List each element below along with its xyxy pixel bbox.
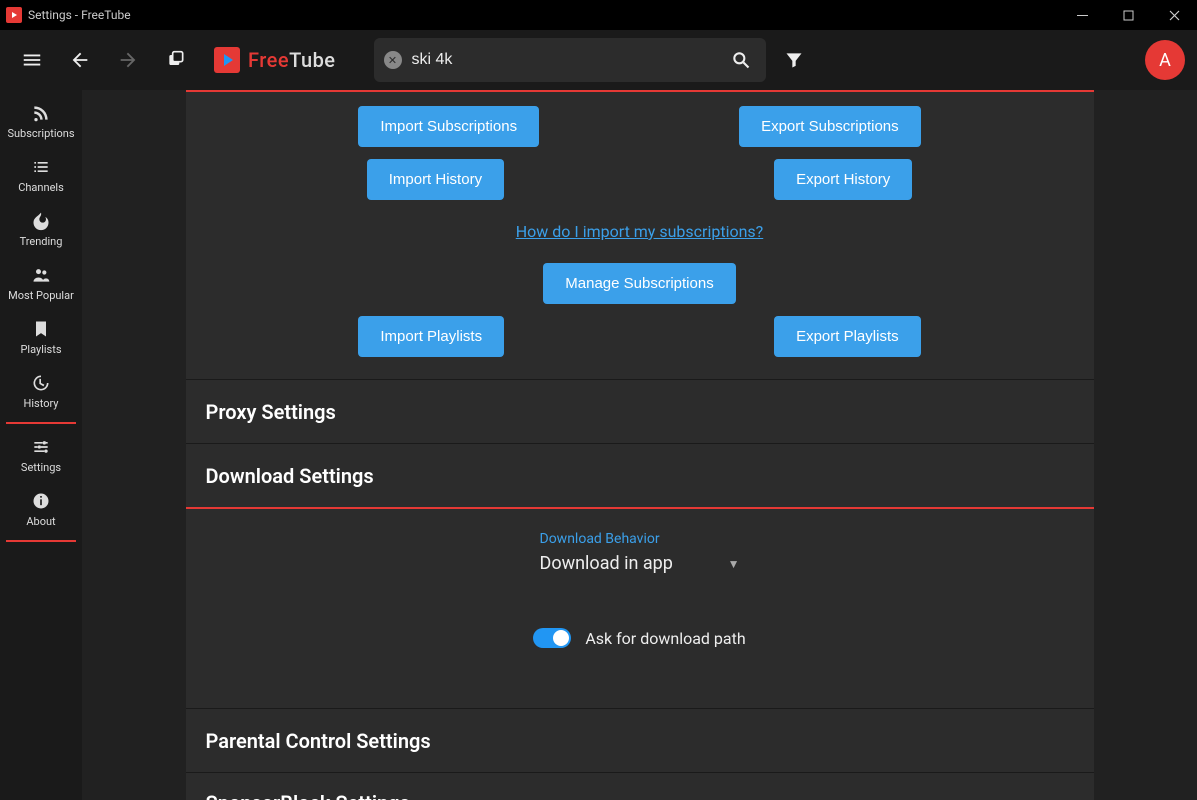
section-title: Proxy Settings (206, 400, 336, 424)
ask-download-path-label: Ask for download path (585, 629, 745, 648)
window-maximize-button[interactable] (1105, 0, 1151, 30)
window-title: Settings - FreeTube (28, 8, 131, 22)
sidebar-item-label: Most Popular (8, 289, 74, 302)
data-settings-panel: Import Subscriptions Export Subscription… (186, 92, 1094, 379)
sidebar-item-playlists[interactable]: Playlists (0, 310, 82, 364)
import-history-button[interactable]: Import History (367, 159, 504, 200)
import-playlists-button[interactable]: Import Playlists (358, 316, 504, 357)
window-minimize-button[interactable] (1059, 0, 1105, 30)
sidebar-item-label: Playlists (20, 343, 61, 356)
search-field: ✕ (374, 38, 766, 82)
sidebar-item-label: Trending (20, 235, 63, 248)
sidebar-item-label: Subscriptions (7, 127, 74, 140)
download-settings-panel: Download Behavior Download in app ▼ Ask … (186, 509, 1094, 708)
app-logo[interactable]: FreeTube (214, 47, 336, 73)
new-window-button[interactable] (156, 40, 196, 80)
export-subscriptions-button[interactable]: Export Subscriptions (739, 106, 921, 147)
main-content: Import Subscriptions Export Subscription… (82, 90, 1197, 800)
nav-back-button[interactable] (60, 40, 100, 80)
sidebar-item-label: Settings (21, 461, 61, 474)
filter-button[interactable] (774, 40, 814, 80)
top-toolbar: FreeTube ✕ A (0, 30, 1197, 90)
download-settings-header[interactable]: Download Settings (186, 443, 1094, 507)
profile-avatar[interactable]: A (1145, 40, 1185, 80)
nav-forward-button[interactable] (108, 40, 148, 80)
sidebar-separator (6, 422, 76, 424)
section-title: Download Settings (206, 464, 374, 488)
logo-text: FreeTube (248, 48, 336, 72)
sidebar-item-history[interactable]: History (0, 364, 82, 418)
sidebar-item-about[interactable]: About (0, 482, 82, 536)
sidebar-item-settings[interactable]: Settings (0, 428, 82, 482)
search-button[interactable] (726, 40, 756, 80)
export-history-button[interactable]: Export History (774, 159, 912, 200)
manage-subscriptions-button[interactable]: Manage Subscriptions (543, 263, 735, 304)
chevron-down-icon: ▼ (728, 557, 740, 571)
download-behavior-label: Download Behavior (540, 531, 740, 547)
logo-mark-icon (214, 47, 240, 73)
sidebar-item-subscriptions[interactable]: Subscriptions (0, 94, 82, 148)
window-titlebar: Settings - FreeTube (0, 0, 1197, 30)
section-title: Parental Control Settings (206, 729, 431, 753)
import-subscriptions-button[interactable]: Import Subscriptions (358, 106, 539, 147)
sidebar-separator (6, 540, 76, 542)
clear-search-button[interactable]: ✕ (384, 51, 402, 69)
sidebar-item-label: About (26, 515, 55, 528)
section-title: SponsorBlock Settings (206, 791, 410, 800)
window-close-button[interactable] (1151, 0, 1197, 30)
sidebar-item-label: Channels (18, 181, 64, 194)
ask-download-path-toggle[interactable] (533, 628, 571, 648)
dropdown-value: Download in app (540, 553, 673, 574)
app-icon (6, 7, 22, 23)
download-behavior-dropdown[interactable]: Download in app ▼ (540, 553, 740, 578)
avatar-letter: A (1159, 50, 1171, 71)
import-help-link[interactable]: How do I import my subscriptions? (516, 222, 763, 241)
sidebar-item-channels[interactable]: Channels (0, 148, 82, 202)
sidebar-item-popular[interactable]: Most Popular (0, 256, 82, 310)
hamburger-menu-button[interactable] (12, 40, 52, 80)
sponsorblock-settings-header[interactable]: SponsorBlock Settings (186, 772, 1094, 800)
search-input[interactable] (412, 51, 726, 69)
sidebar: Subscriptions Channels Trending Most Pop… (0, 90, 82, 800)
proxy-settings-header[interactable]: Proxy Settings (186, 379, 1094, 443)
sidebar-item-trending[interactable]: Trending (0, 202, 82, 256)
sidebar-item-label: History (24, 397, 59, 410)
parental-settings-header[interactable]: Parental Control Settings (186, 708, 1094, 772)
export-playlists-button[interactable]: Export Playlists (774, 316, 921, 357)
